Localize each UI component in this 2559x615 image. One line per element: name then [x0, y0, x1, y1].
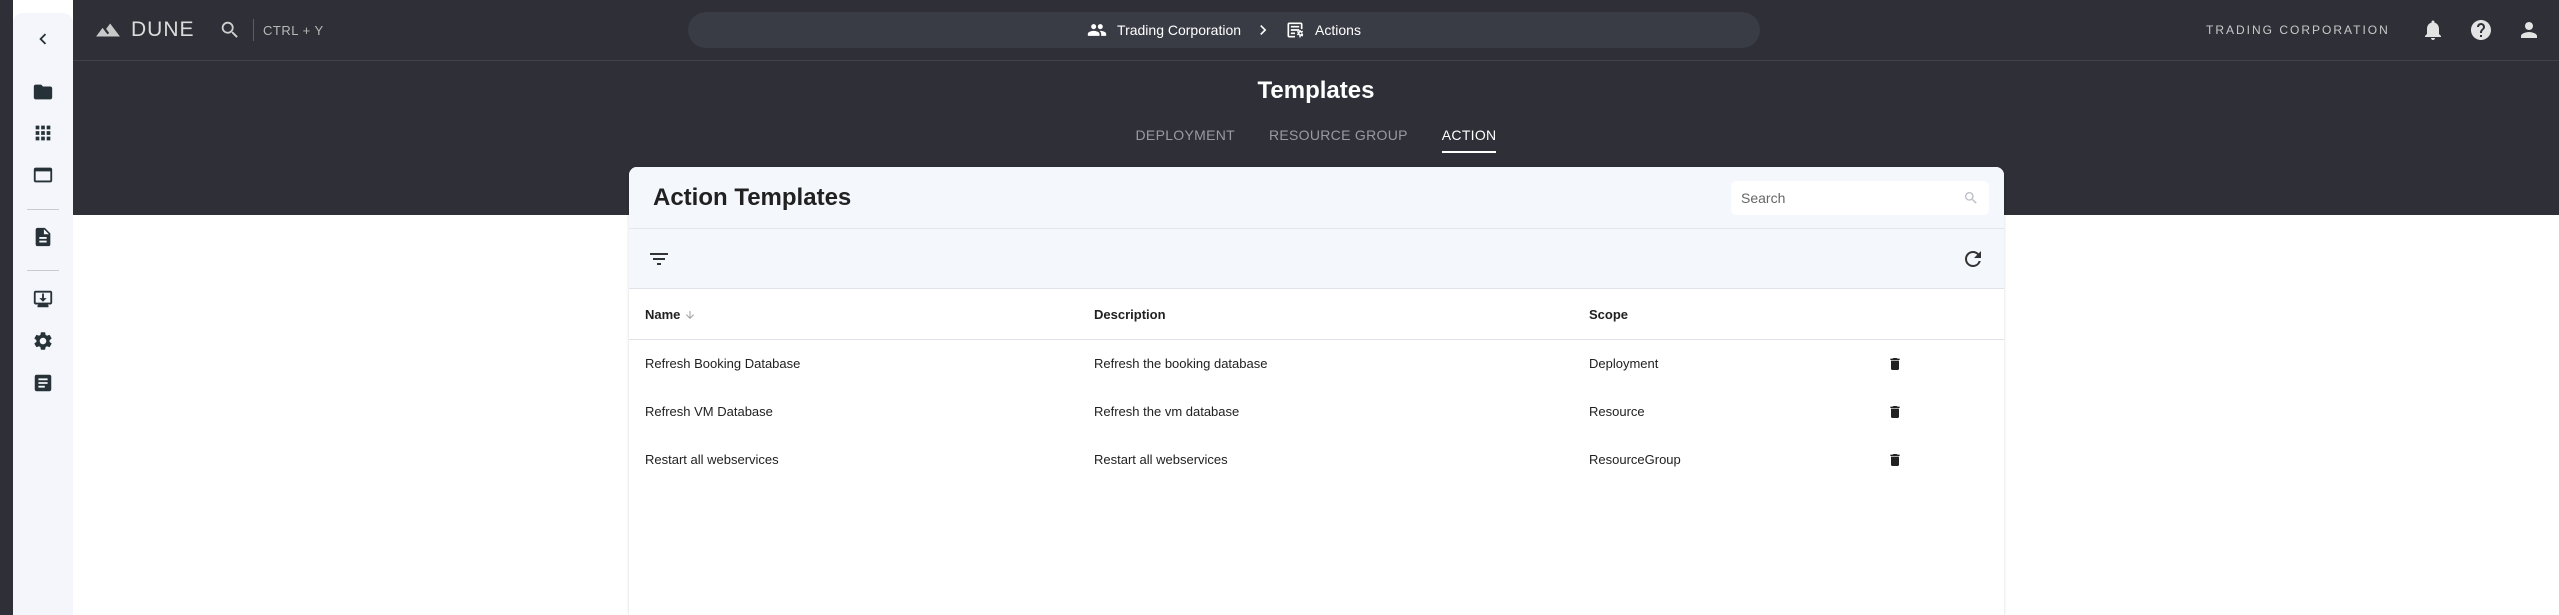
filter-button[interactable]: [647, 247, 671, 271]
sidebar-divider: [27, 209, 59, 210]
breadcrumb-actions[interactable]: Actions: [1285, 20, 1361, 40]
mountain-logo-icon: [95, 17, 121, 43]
sidebar-item-deployments[interactable]: [13, 279, 73, 319]
actions-list-icon: [1285, 20, 1305, 40]
cell-name: Refresh VM Database: [645, 404, 773, 419]
search-shortcut-hint: CTRL + Y: [263, 23, 324, 38]
sidebar-collapse-button[interactable]: [13, 19, 73, 59]
table-header-row: Name Description Scope: [629, 289, 2004, 340]
brand-name: DUNE: [131, 18, 195, 41]
table-row[interactable]: Restart all webservices Restart all webs…: [629, 436, 2004, 484]
notifications-button[interactable]: [2421, 18, 2445, 42]
card-header: Action Templates: [629, 167, 2004, 229]
search-box: [1731, 181, 1989, 215]
search-icon: [1963, 190, 1979, 206]
breadcrumb-organization-label: Trading Corporation: [1117, 22, 1242, 38]
trash-icon: [1885, 356, 1905, 372]
notes-icon: [32, 372, 54, 394]
chevron-right-icon: [1253, 20, 1273, 40]
organization-name: TRADING CORPORATION: [2206, 23, 2390, 37]
person-icon: [2517, 18, 2541, 42]
template-tabs: DEPLOYMENT RESOURCE GROUP ACTION: [73, 127, 2559, 153]
brand-logo[interactable]: DUNE: [95, 0, 195, 60]
sidebar-item-settings[interactable]: [13, 321, 73, 361]
sidebar-item-templates[interactable]: [13, 217, 73, 257]
column-header-name[interactable]: Name: [645, 307, 696, 322]
table-row[interactable]: Refresh VM Database Refresh the vm datab…: [629, 388, 2004, 436]
column-header-scope[interactable]: Scope: [1589, 307, 1628, 322]
help-button[interactable]: [2469, 18, 2493, 42]
table-row[interactable]: Refresh Booking Database Refresh the boo…: [629, 340, 2004, 388]
delete-button[interactable]: [1885, 354, 1905, 374]
sidebar-divider: [27, 270, 59, 271]
arrow-down-sort-icon: [684, 309, 696, 321]
refresh-button[interactable]: [1961, 247, 1985, 271]
search-input[interactable]: [1741, 190, 1963, 206]
cell-scope: Deployment: [1589, 356, 1659, 371]
sidebar-item-logs[interactable]: [13, 363, 73, 403]
breadcrumb-actions-label: Actions: [1315, 22, 1361, 38]
action-templates-card: Action Templates Name: [629, 167, 2004, 615]
settings-gear-icon: [32, 330, 54, 352]
global-search-button[interactable]: [219, 17, 241, 43]
sidebar-item-apps[interactable]: [13, 113, 73, 153]
cell-description: Refresh the booking database: [1094, 356, 1268, 371]
cell-scope: Resource: [1589, 404, 1645, 419]
trash-icon: [1885, 404, 1905, 420]
filter-list-icon: [647, 247, 671, 271]
search-icon: [219, 19, 241, 41]
table-toolbar: [629, 229, 2004, 289]
left-edge-strip: [0, 0, 13, 615]
delete-button[interactable]: [1885, 402, 1905, 422]
cell-scope: ResourceGroup: [1589, 452, 1681, 467]
delete-button[interactable]: [1885, 450, 1905, 470]
sidebar-item-folders[interactable]: [13, 72, 73, 112]
group-icon: [1087, 20, 1107, 40]
account-button[interactable]: [2517, 18, 2541, 42]
search-separator: [253, 19, 254, 41]
tab-action[interactable]: ACTION: [1441, 127, 1497, 153]
deploy-icon: [32, 288, 54, 310]
document-icon: [32, 226, 54, 248]
top-bar: DUNE CTRL + Y Trading Corporation Action…: [73, 0, 2559, 61]
folder-icon: [32, 81, 54, 103]
bell-icon: [2421, 18, 2445, 42]
card-title: Action Templates: [653, 184, 852, 211]
breadcrumb: Trading Corporation Actions: [688, 12, 1760, 48]
breadcrumb-organization[interactable]: Trading Corporation: [1087, 20, 1241, 40]
sidebar: [13, 13, 73, 615]
help-icon: [2469, 18, 2493, 42]
page-title: Templates: [1257, 77, 1375, 104]
refresh-icon: [1961, 247, 1985, 271]
chevron-left-icon: [32, 28, 54, 50]
column-header-description[interactable]: Description: [1094, 307, 1166, 322]
cell-description: Restart all webservices: [1094, 452, 1228, 467]
apps-grid-icon: [32, 122, 54, 144]
trash-icon: [1885, 452, 1905, 468]
sidebar-item-windows[interactable]: [13, 155, 73, 195]
tab-resource-group[interactable]: RESOURCE GROUP: [1269, 127, 1408, 153]
templates-table: Name Description Scope Refresh Booking D…: [629, 289, 2004, 484]
cell-name: Refresh Booking Database: [645, 356, 801, 371]
cell-name: Restart all webservices: [645, 452, 779, 467]
window-icon: [32, 164, 54, 186]
cell-description: Refresh the vm database: [1094, 404, 1240, 419]
tab-deployment[interactable]: DEPLOYMENT: [1136, 127, 1235, 153]
